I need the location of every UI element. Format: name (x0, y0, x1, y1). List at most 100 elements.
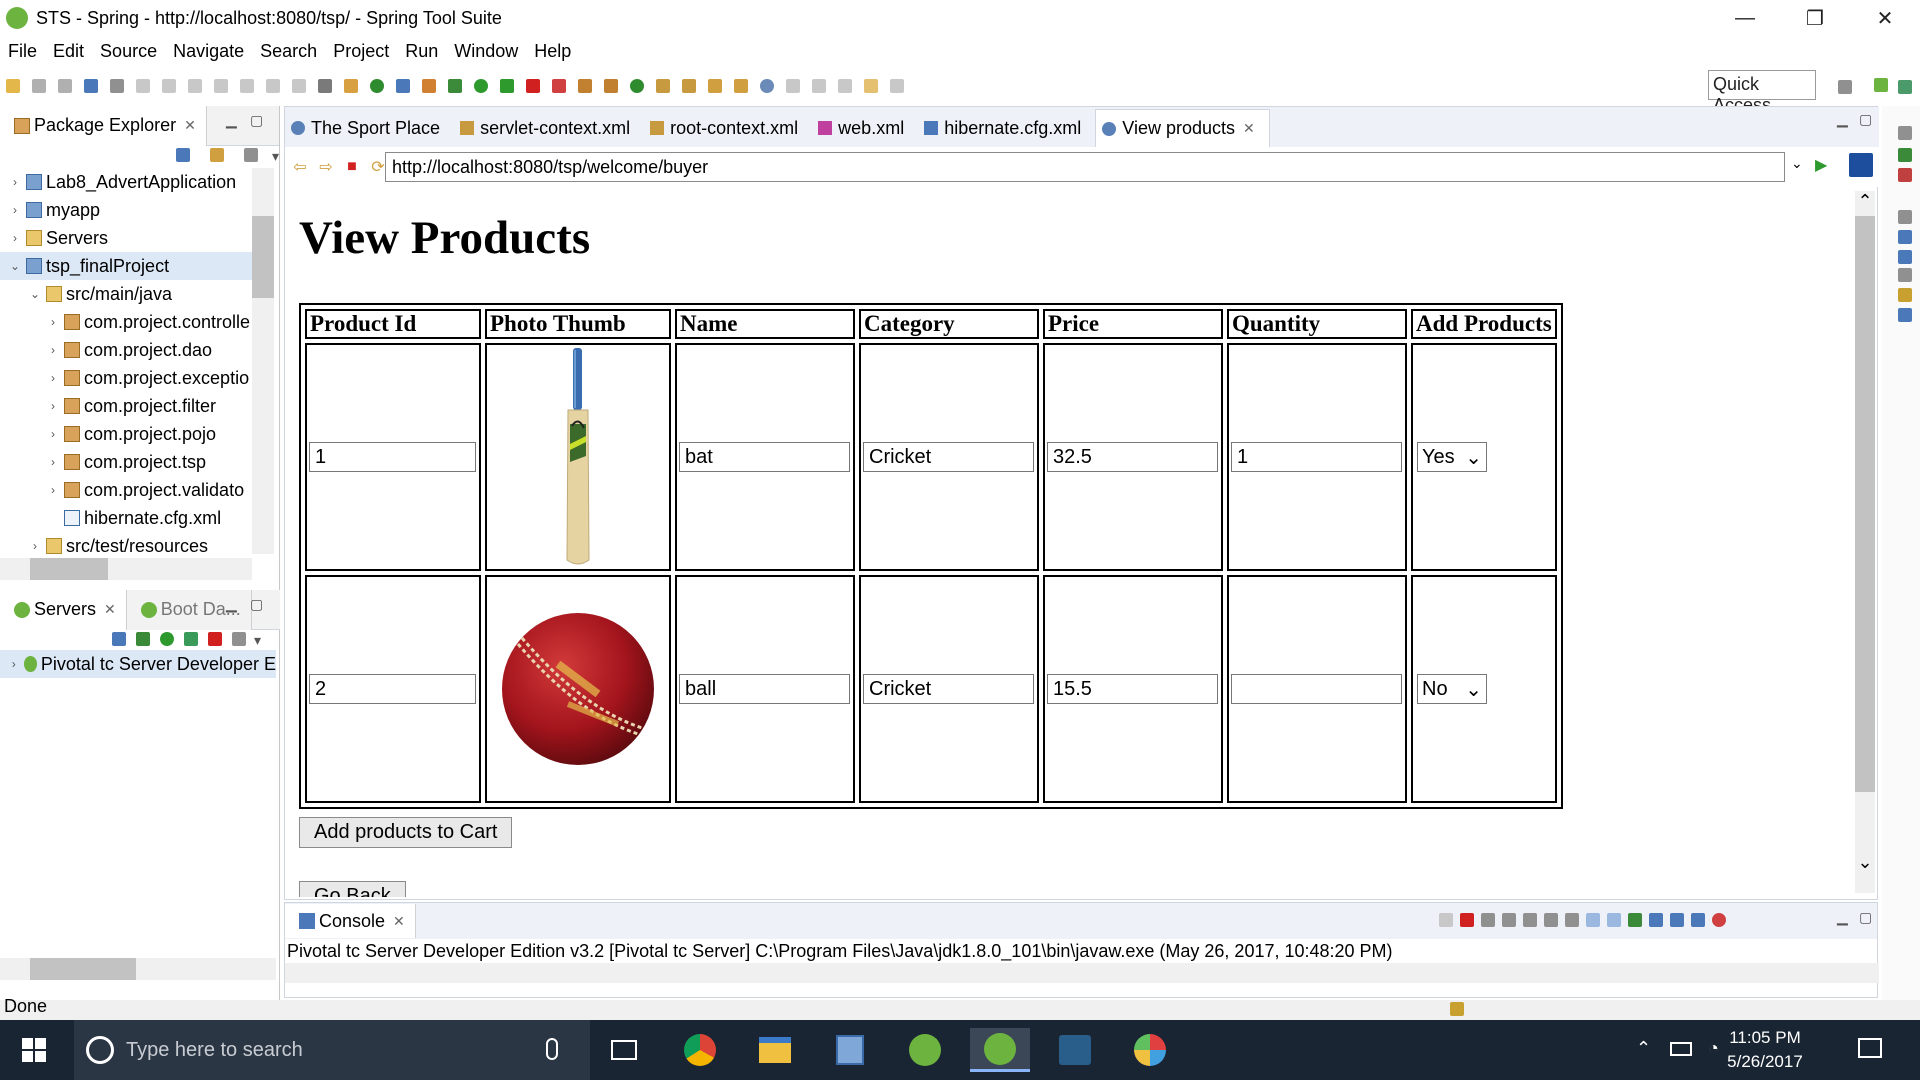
quantity-field[interactable] (1231, 442, 1402, 472)
debug-server-icon[interactable] (136, 632, 150, 646)
package-explorer-vscrollbar[interactable] (252, 168, 274, 554)
menu-file[interactable]: File (0, 41, 45, 62)
collapse-all-icon[interactable] (176, 148, 190, 162)
price-field[interactable] (1047, 442, 1218, 472)
restore-button[interactable]: ❐ (1780, 0, 1850, 36)
scroll-thumb[interactable] (30, 958, 136, 980)
stop-icon[interactable]: ■ (341, 156, 363, 178)
action-center-icon[interactable] (1858, 1038, 1882, 1058)
package-explorer-hscrollbar[interactable] (0, 558, 252, 580)
view-menu-icon[interactable]: ▾ (272, 148, 279, 165)
go-back-button[interactable]: Go Back (299, 881, 406, 897)
task-view-icon[interactable] (594, 1028, 654, 1072)
close-icon[interactable]: ✕ (393, 913, 405, 930)
view-menu-icon[interactable]: ▾ (254, 632, 261, 649)
add-products-select[interactable]: Yes ⌄ (1417, 442, 1487, 472)
close-window-button[interactable]: ✕ (1850, 0, 1920, 36)
task-list-icon[interactable] (1898, 168, 1912, 182)
console-hscrollbar[interactable] (285, 963, 1879, 983)
tab-root-context[interactable]: root-context.xml (644, 109, 812, 147)
spring-boot-icon[interactable] (370, 79, 384, 93)
restore-view-icon[interactable] (1898, 268, 1912, 282)
collapse-icon[interactable]: ⌄ (28, 287, 42, 301)
expand-icon[interactable]: › (8, 657, 20, 671)
tree-item-package[interactable]: › com.project.controlle (0, 308, 252, 336)
remove-all-icon[interactable] (1502, 913, 1516, 927)
menu-run[interactable]: Run (397, 41, 446, 62)
save-icon[interactable] (32, 79, 46, 93)
stop-icon[interactable] (526, 79, 540, 93)
word-wrap-icon[interactable] (1565, 913, 1579, 927)
publish-icon[interactable] (232, 632, 246, 646)
add-products-select[interactable]: No ⌄ (1417, 674, 1487, 704)
menu-project[interactable]: Project (325, 41, 397, 62)
open-type-icon[interactable] (396, 79, 410, 93)
microphone-icon[interactable] (546, 1038, 558, 1060)
wifi-icon[interactable]: ◔ (1708, 1038, 1719, 1059)
search-icon[interactable] (708, 79, 722, 93)
clear-console-icon[interactable] (1523, 913, 1537, 927)
go-icon[interactable]: ▶ (1815, 155, 1835, 175)
restore-view-icon[interactable] (1898, 126, 1912, 140)
collapse-icon[interactable] (112, 632, 126, 646)
open-perspective-icon[interactable] (1838, 80, 1852, 94)
close-icon[interactable]: ✕ (104, 601, 116, 618)
tree-item-package[interactable]: › com.project.filter (0, 392, 252, 420)
category-field[interactable] (863, 674, 1034, 704)
name-field[interactable] (679, 442, 850, 472)
product-id-field[interactable] (309, 674, 476, 704)
minimize-view-icon[interactable]: ▁ (226, 112, 237, 129)
console-tab[interactable]: Console ✕ (285, 904, 416, 938)
save-all-icon[interactable] (58, 79, 72, 93)
spring-perspective-icon[interactable] (1874, 78, 1888, 92)
terminate-icon[interactable] (188, 79, 202, 93)
terminate-icon[interactable] (1460, 913, 1474, 927)
maximize-view-icon[interactable]: ▢ (1859, 909, 1872, 926)
paint-icon[interactable] (1120, 1028, 1180, 1072)
maximize-editor-icon[interactable]: ▢ (1859, 111, 1872, 128)
open-external-browser-icon[interactable] (1849, 153, 1873, 177)
menu-window[interactable]: Window (446, 41, 526, 62)
run-icon[interactable] (474, 79, 488, 93)
drop-to-frame-icon[interactable] (318, 79, 332, 93)
menu-edit[interactable]: Edit (45, 41, 92, 62)
menu-help[interactable]: Help (526, 41, 579, 62)
external-tools-icon[interactable] (552, 79, 566, 93)
package-explorer-tab[interactable]: Package Explorer ✕ (0, 105, 207, 146)
new-icon[interactable] (6, 79, 20, 93)
file-explorer-icon[interactable] (745, 1028, 805, 1072)
scroll-down-icon[interactable]: ⌄ (1855, 852, 1875, 873)
price-field[interactable] (1047, 674, 1218, 704)
expand-icon[interactable]: › (46, 371, 60, 385)
back-icon[interactable] (864, 79, 878, 93)
open-task-icon[interactable] (422, 79, 436, 93)
forward-icon[interactable] (890, 79, 904, 93)
step-over-icon[interactable] (266, 79, 280, 93)
chrome-icon[interactable] (670, 1028, 730, 1072)
step-return-icon[interactable] (292, 79, 306, 93)
back-arrow-icon[interactable]: ⇦ (289, 156, 311, 178)
tree-item-pivotal-server[interactable]: › Pivotal tc Server Developer E (0, 650, 276, 678)
minimize-editor-icon[interactable]: ▁ (1837, 111, 1848, 128)
expand-icon[interactable]: › (46, 315, 60, 329)
tree-item-package[interactable]: › com.project.validato (0, 476, 252, 504)
last-edit-icon[interactable] (838, 79, 852, 93)
open-console-icon[interactable] (1670, 913, 1684, 927)
disconnect-icon[interactable] (214, 79, 228, 93)
coverage-icon[interactable] (500, 79, 514, 93)
tab-servlet-context[interactable]: servlet-context.xml (454, 109, 644, 147)
status-icon[interactable] (1450, 1002, 1464, 1016)
scroll-thumb[interactable] (1855, 216, 1875, 792)
tree-item-package[interactable]: › com.project.tsp (0, 448, 252, 476)
web-browser-icon[interactable] (760, 79, 774, 93)
page-vscrollbar[interactable]: ⌃ ⌄ (1855, 191, 1875, 893)
expand-icon[interactable]: › (8, 175, 22, 189)
outline-icon[interactable] (1898, 148, 1912, 162)
tree-item-package[interactable]: › com.project.pojo (0, 420, 252, 448)
scroll-up-icon[interactable]: ⌃ (1855, 191, 1875, 212)
open-file-icon[interactable] (682, 79, 696, 93)
annotation-prev-icon[interactable] (812, 79, 826, 93)
url-input[interactable] (385, 152, 1785, 182)
quantity-field[interactable] (1231, 674, 1402, 704)
restore-view-icon[interactable] (1898, 210, 1912, 224)
